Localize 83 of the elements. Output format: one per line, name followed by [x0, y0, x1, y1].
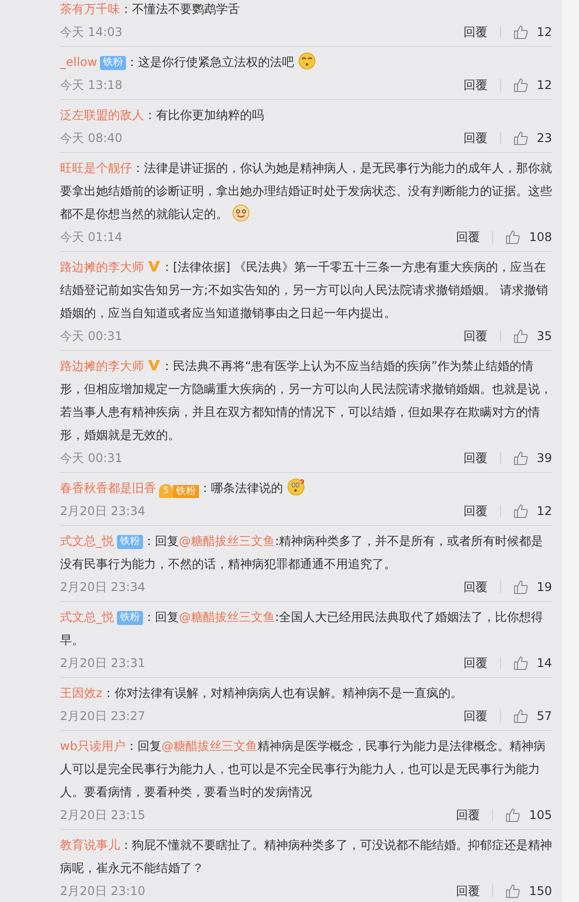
reply-link[interactable]: 回覆	[464, 708, 488, 724]
username-link[interactable]: _ellow	[60, 55, 98, 69]
thumbs-up-icon[interactable]	[512, 579, 529, 595]
reply-link[interactable]: 回覆	[464, 130, 488, 146]
like-count: 108	[529, 230, 552, 244]
comment-time: 2月20日 23:10	[60, 882, 146, 900]
reply-link[interactable]: 回覆	[464, 654, 488, 672]
fan-badge: 铁粉	[117, 611, 143, 625]
comment-time: 2月20日 23:34	[60, 578, 146, 596]
reply-link[interactable]: 回覆	[464, 502, 488, 520]
comment-text: 泛左联盟的敌人：有比你更加纳粹的吗	[60, 107, 265, 124]
reply-link[interactable]: 回覆	[464, 450, 488, 466]
comment-text: 旺旺是个靓仔：法律是讲证据的，你认为她是精神病人，是无民事行为能力的成年人，那你就要拿出她结婚前的诊断证明，拿出她办理结婚证时处于发病状态、没有判断能力的证据。这些都不是你想当然的就能认定的。	[60, 160, 552, 224]
like-count: 150	[529, 884, 552, 898]
comment-time: 今天 13:18	[60, 76, 122, 94]
reply-link[interactable]: 回覆	[456, 882, 480, 900]
like-count: 35	[536, 329, 552, 343]
thumbs-up-icon[interactable]	[505, 807, 522, 823]
comment-time: 今天 00:31	[60, 328, 122, 344]
username-link[interactable]: 春香秋香都是旧香	[60, 481, 156, 495]
fan-badge: 铁粉	[117, 535, 143, 549]
thumbs-up-icon[interactable]	[512, 708, 529, 724]
comment-time: 2月20日 23:34	[60, 502, 146, 520]
reply-link[interactable]: 回覆	[456, 806, 480, 824]
comment-text: wb只读用户：回复@糖醋拔丝三文鱼精神病是医学概念，民事行为能力是法律概念。精神病人可以是完全民事行为能力人，也可以是不完全民事行为能力人，也可以是无民事行为能力人。要看病情，要看种类，要看当时的发病情况	[60, 738, 546, 801]
comment-time: 2月20日 23:31	[60, 654, 146, 672]
fan-badge: 铁粉	[100, 56, 126, 70]
thumbs-up-icon[interactable]	[512, 328, 529, 344]
reply-link[interactable]: 回覆	[464, 328, 488, 344]
comment-text: _ellow 铁粉 ：这是你行使紧急立法权的法吧	[60, 51, 552, 74]
like-count: 57	[536, 709, 552, 723]
reply-link[interactable]: 回覆	[464, 76, 488, 94]
username-link[interactable]: 旺旺是个靓仔	[60, 161, 132, 175]
username-link[interactable]: 式文总_悦	[60, 610, 114, 624]
thumbs-up-icon[interactable]	[512, 130, 529, 146]
verified-icon	[147, 359, 161, 371]
reply-link[interactable]: 回覆	[464, 24, 488, 40]
thumbs-up-icon[interactable]	[512, 24, 529, 40]
thumbs-up-icon[interactable]	[512, 503, 529, 519]
like-count: 23	[536, 131, 552, 145]
emoji-question-icon	[286, 478, 305, 496]
comment-time: 2月20日 23:27	[60, 708, 146, 724]
like-count: 105	[529, 808, 552, 822]
comment-text: 式文总_悦 铁粉 ：回复@糖醋拔丝三文鱼:精神病种类多了，并不是所有，或者所有时候都是没有民事行为能力，不然的话，精神病犯罪都通通不用追究了。	[60, 533, 544, 573]
comment-time: 今天 00:31	[60, 450, 122, 466]
verified-icon	[147, 260, 161, 272]
comment-text: 王因效z：你对法律有误解，对精神病病人也有误解。精神病不是一直疯的。	[60, 685, 464, 702]
username-link[interactable]: 路边摊的李大师	[60, 260, 144, 274]
username-link[interactable]: 式文总_悦	[60, 534, 114, 548]
comment-time: 今天 14:03	[60, 24, 122, 40]
emoji-smile-icon	[232, 204, 250, 222]
mention-link[interactable]: @糖醋拔丝三文鱼	[161, 739, 258, 753]
username-link[interactable]: 泛左联盟的敌人	[60, 108, 144, 122]
like-count: 12	[536, 504, 552, 518]
like-count: 14	[536, 656, 552, 670]
reply-link[interactable]: 回覆	[464, 578, 488, 596]
username-link[interactable]: 路边摊的李大师	[60, 359, 144, 373]
comment-text: 春香秋香都是旧香 5 铁粉 ：哪条法律说的	[60, 477, 552, 500]
comment-text: 路边摊的李大师 ：民法典不再将“患有医学上认为不应当结婚的疾病”作为禁止结婚的情形，但相应增加规定一方隐瞒重大疾病的，另一方可以向人民法院请求撤销婚姻。也就是说，若当事人患有精神疾病，并且在双方都知情的情况下，可以结婚，但如果存在欺瞒对方的情形，婚姻就是无效的。	[60, 358, 552, 444]
comment-text: 茶有万千味：不懂法不要鹦鹉学舌	[60, 1, 241, 18]
comment-time: 2月20日 23:15	[60, 806, 146, 824]
reply-link[interactable]: 回覆	[456, 228, 480, 246]
thumbs-up-icon[interactable]	[512, 655, 529, 671]
username-link[interactable]: 教育说事儿	[60, 838, 120, 852]
emoji-sleepy-icon	[298, 52, 316, 70]
thumbs-up-icon[interactable]	[512, 77, 529, 93]
thumbs-up-icon[interactable]	[505, 229, 522, 245]
thumbs-up-icon[interactable]	[512, 450, 529, 466]
username-link[interactable]: 王因效z	[60, 686, 102, 700]
comment-text: 路边摊的李大师 ：[法律依据] 《民法典》第一千零五十三条一方患有重大疾病的，应当在结婚登记前如实告知另一方;不如实告知的，另一方可以向人民法院请求撤销婚姻。 请求撤销婚姻的，应当自知道或者应当知道撤销事由之日起一年内提出。	[60, 259, 549, 322]
like-count: 19	[536, 580, 552, 594]
comment-time: 今天 01:14	[60, 228, 122, 246]
thumbs-up-icon[interactable]	[505, 883, 522, 899]
like-count: 12	[536, 78, 552, 92]
mention-link[interactable]: @糖醋拔丝三文鱼	[179, 534, 275, 548]
like-count: 12	[536, 25, 552, 39]
comment-text: 式文总_悦 铁粉 ：回复@糖醋拔丝三文鱼:全国人大已经用民法典取代了婚姻法了，比你想得早。	[60, 609, 544, 649]
comment-text: 教育说事儿：狗屁不懂就不要瞎扯了。精神病种类多了，可没说都不能结婚。抑郁症还是精神病呢，崔永元不能结婚了？	[60, 837, 552, 877]
like-count: 39	[536, 451, 552, 465]
mention-link[interactable]: @糖醋拔丝三文鱼	[179, 610, 275, 624]
comment-time: 今天 08:40	[60, 130, 122, 146]
username-link[interactable]: 茶有万千味	[60, 2, 120, 16]
username-link[interactable]: wb只读用户	[60, 739, 126, 753]
